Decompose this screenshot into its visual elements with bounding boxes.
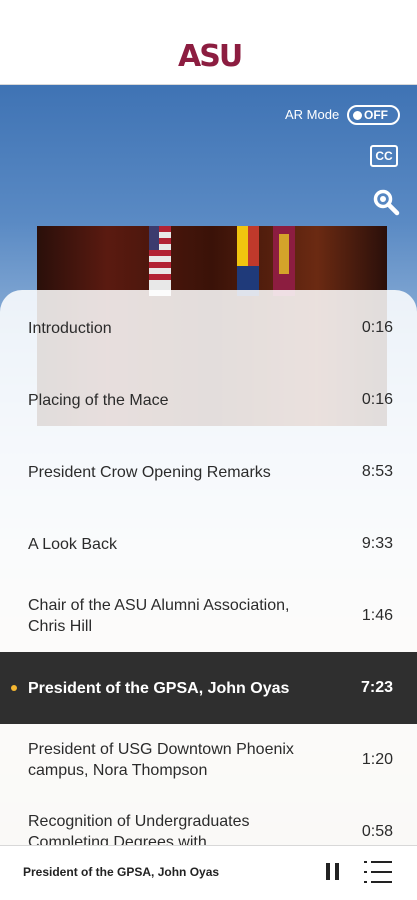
chapter-title: President Crow Opening Remarks (28, 463, 271, 481)
now-playing-title: President of the GPSA, John Oyas (23, 865, 220, 879)
ar-mode-toggle[interactable]: OFF (347, 105, 400, 125)
chapter-duration: 8:53 (361, 463, 393, 480)
chapter-title: President of USG Downtown Phoenix campus… (28, 741, 294, 779)
cc-label: CC (375, 149, 393, 163)
zoom-search-icon[interactable] (372, 188, 400, 216)
chapter-title: Placing of the Mace (28, 391, 169, 409)
toggle-knob (353, 110, 362, 120)
ar-toggle-state: OFF (364, 108, 388, 122)
chapter-row[interactable]: President Crow Opening Remarks 8:53 (0, 436, 417, 508)
closed-captions-button[interactable]: CC (370, 145, 398, 167)
chapter-title: Recognition of Undergraduates Completing… (28, 813, 250, 845)
chapter-duration: 7:23 (360, 679, 393, 696)
chapter-duration: 0:16 (361, 319, 393, 336)
mini-player: President of the GPSA, John Oyas (0, 845, 417, 900)
pause-button[interactable] (326, 863, 342, 881)
chapter-list-icon[interactable] (364, 859, 392, 885)
chapter-title: Introduction (28, 319, 112, 337)
ar-mode-label: AR Mode (285, 107, 340, 122)
chapter-duration: 1:20 (361, 751, 393, 768)
asu-logo: ASU (178, 39, 243, 74)
now-playing-indicator (11, 685, 17, 691)
chapter-row[interactable]: Recognition of Undergraduates Completing… (0, 796, 417, 845)
chapter-row[interactable]: A Look Back 9:33 (0, 508, 417, 580)
az-flag-image (237, 226, 259, 296)
chapter-row[interactable]: Introduction 0:16 (0, 292, 417, 364)
chapter-row[interactable]: Chair of the ASU Alumni Association, Chr… (0, 580, 417, 652)
chapter-duration: 1:46 (361, 607, 393, 624)
chapter-row[interactable]: President of USG Downtown Phoenix campus… (0, 724, 417, 796)
asu-flag-image (273, 226, 295, 296)
chapter-title: Chair of the ASU Alumni Association, Chr… (28, 597, 290, 635)
chapter-duration: 0:16 (361, 391, 393, 408)
chapter-list: Introduction 0:16 Placing of the Mace 0:… (0, 290, 417, 845)
chapter-title: A Look Back (28, 535, 117, 553)
chapter-row-active[interactable]: President of the GPSA, John Oyas 7:23 (0, 652, 417, 724)
chapter-duration: 0:58 (361, 823, 393, 840)
chapter-row[interactable]: Placing of the Mace 0:16 (0, 364, 417, 436)
us-flag-image (149, 226, 171, 296)
chapter-duration: 9:33 (361, 535, 393, 552)
app-header: ASU (0, 0, 417, 85)
chapter-title: President of the GPSA, John Oyas (28, 679, 290, 697)
